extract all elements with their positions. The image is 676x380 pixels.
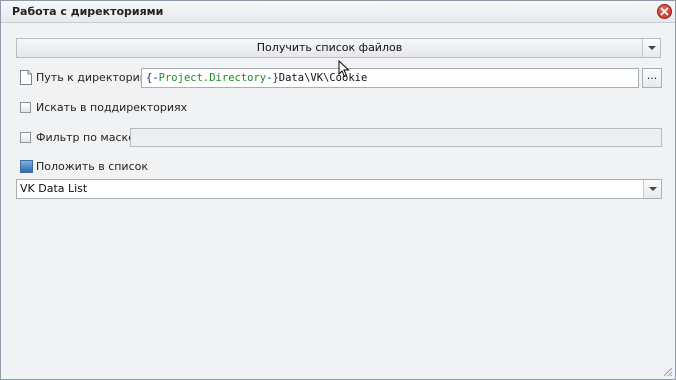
file-icon bbox=[20, 70, 32, 85]
directory-path-label: Путь к директории bbox=[36, 71, 147, 84]
search-subdirs-checkbox[interactable] bbox=[20, 102, 31, 113]
target-list-value: VK Data List bbox=[20, 182, 88, 195]
resize-grip-icon[interactable] bbox=[661, 365, 673, 377]
action-select-value: Получить список файлов bbox=[256, 41, 403, 54]
search-subdirs-label[interactable]: Искать в поддиректориях bbox=[36, 101, 187, 114]
filter-mask-checkbox[interactable] bbox=[20, 132, 31, 143]
put-to-list-label: Положить в список bbox=[36, 160, 148, 173]
chevron-down-icon[interactable] bbox=[643, 180, 661, 198]
window-title: Работа с директориями bbox=[12, 5, 164, 18]
variable-name: Project.Directory bbox=[158, 72, 267, 84]
path-suffix: Data\VK\Cookie bbox=[278, 72, 368, 84]
filter-mask-input[interactable] bbox=[130, 128, 662, 147]
variable-open-brace: {- bbox=[146, 72, 159, 84]
chevron-down-icon[interactable] bbox=[642, 39, 660, 57]
filter-mask-label[interactable]: Фильтр по маске bbox=[36, 131, 135, 144]
list-icon bbox=[20, 160, 33, 173]
dialog-window: Работа с директориями Получить список фа… bbox=[0, 0, 676, 380]
variable-close-brace: -} bbox=[266, 72, 279, 84]
action-select[interactable]: Получить список файлов bbox=[16, 38, 661, 58]
target-list-select[interactable]: VK Data List bbox=[16, 179, 662, 199]
browse-button[interactable]: ... bbox=[642, 68, 662, 88]
mouse-cursor-icon bbox=[338, 59, 350, 81]
close-icon[interactable] bbox=[657, 4, 672, 19]
title-bar[interactable]: Работа с директориями bbox=[1, 1, 675, 23]
directory-path-input[interactable]: {-Project.Directory-}Data\VK\Cookie bbox=[141, 68, 639, 88]
